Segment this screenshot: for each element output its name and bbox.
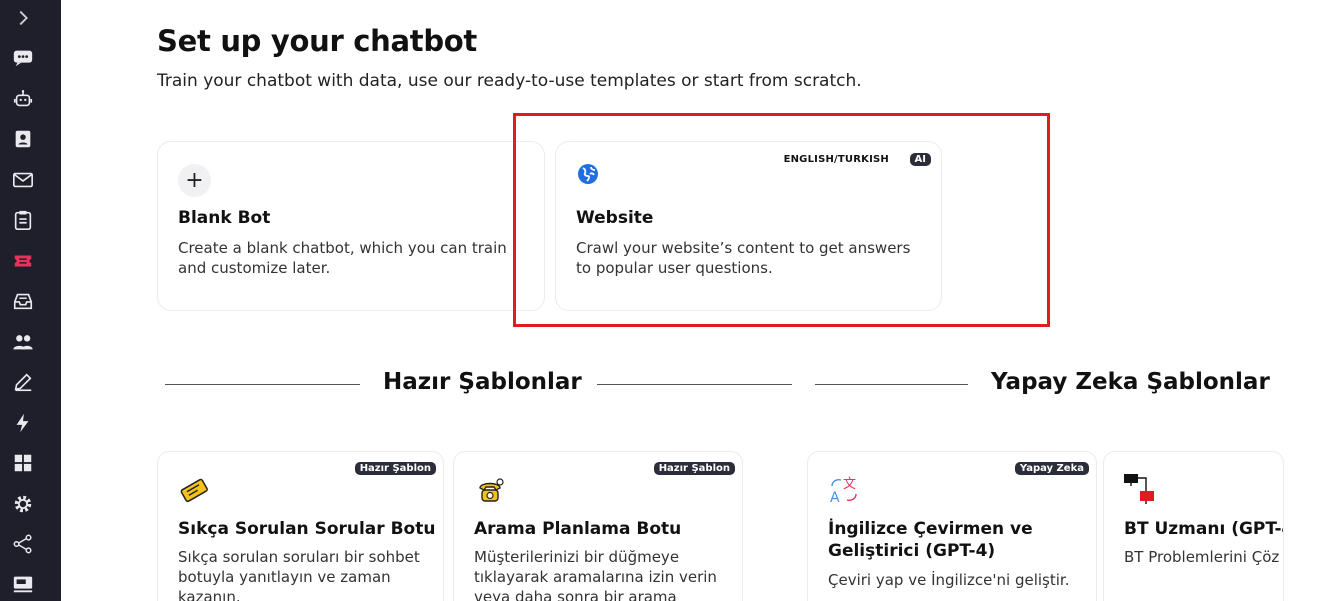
contact-book-icon[interactable] — [11, 127, 35, 151]
blank-bot-card[interactable]: + Blank Bot Create a blank chatbot, whic… — [157, 141, 545, 311]
template-card-english-translator[interactable]: Yapay Zeka A 文 İngilizce Çevirmen ve Gel… — [807, 451, 1097, 601]
telephone-icon — [479, 478, 504, 502]
template-card-faq[interactable]: Hazır Şablon Sıkça Sorulan Sorular Botu … — [157, 451, 444, 601]
lightning-icon[interactable] — [11, 411, 35, 435]
faq-ticket-icon — [180, 478, 208, 503]
page-subtitle: Train your chatbot with data, use our re… — [157, 71, 862, 91]
template-badge: Yapay Zeka — [1014, 462, 1089, 475]
grid-icon[interactable] — [11, 451, 35, 475]
chevron-right-icon[interactable] — [11, 6, 35, 30]
sidebar — [0, 0, 61, 601]
ticket-icon[interactable] — [11, 249, 35, 273]
network-computer-icon — [1124, 474, 1154, 504]
chat-icon[interactable] — [11, 46, 35, 70]
clipboard-icon[interactable] — [11, 208, 35, 232]
settings-gear-icon[interactable] — [11, 492, 35, 516]
share-icon[interactable] — [11, 532, 35, 556]
template-card-call-scheduling[interactable]: Hazır Şablon Arama Planlama Botu Müşteri… — [453, 451, 743, 601]
mail-icon[interactable] — [11, 168, 35, 192]
template-title: İngilizce Çevirmen ve Geliştirici (GPT-4… — [828, 519, 1033, 561]
template-badge: Hazır Şablon — [354, 462, 436, 475]
svg-text:文: 文 — [843, 477, 856, 492]
card-description: Create a blank chatbot, which you can tr… — [178, 239, 507, 277]
robot-icon[interactable] — [11, 87, 35, 111]
inbox-icon[interactable] — [11, 289, 35, 313]
divider — [597, 384, 792, 385]
svg-text:A: A — [830, 490, 840, 506]
template-description: BT Problemlerini Çöz — [1124, 548, 1280, 566]
template-description: Sıkça sorulan soruları bir sohbet botuyl… — [178, 548, 420, 601]
pen-icon[interactable] — [11, 370, 35, 394]
template-card-it-expert[interactable]: BT Uzmanı (GPT-4 BT Problemlerini Çöz — [1103, 451, 1284, 601]
template-description: Müşterilerinizi bir düğmeye tıklayarak a… — [474, 548, 717, 601]
display-icon[interactable] — [11, 572, 35, 596]
template-description: Çeviri yap ve İngilizce'ni geliştir. — [828, 571, 1070, 589]
divider — [815, 384, 968, 385]
section-title-ready-templates: Hazır Şablonlar — [383, 369, 582, 395]
template-title: Arama Planlama Botu — [474, 519, 682, 539]
card-title: Blank Bot — [178, 208, 271, 228]
translate-icon: A 文 — [830, 477, 857, 506]
plus-icon: + — [178, 164, 211, 197]
page-title: Set up your chatbot — [157, 24, 477, 58]
highlight-box — [513, 113, 1050, 327]
template-title: BT Uzmanı (GPT-4 — [1124, 519, 1284, 539]
divider — [165, 384, 360, 385]
template-title: Sıkça Sorulan Sorular Botu — [178, 519, 436, 539]
template-badge: Hazır Şablon — [653, 462, 735, 475]
section-title-ai-templates: Yapay Zeka Şablonlar — [991, 369, 1270, 395]
users-icon[interactable] — [11, 330, 35, 354]
